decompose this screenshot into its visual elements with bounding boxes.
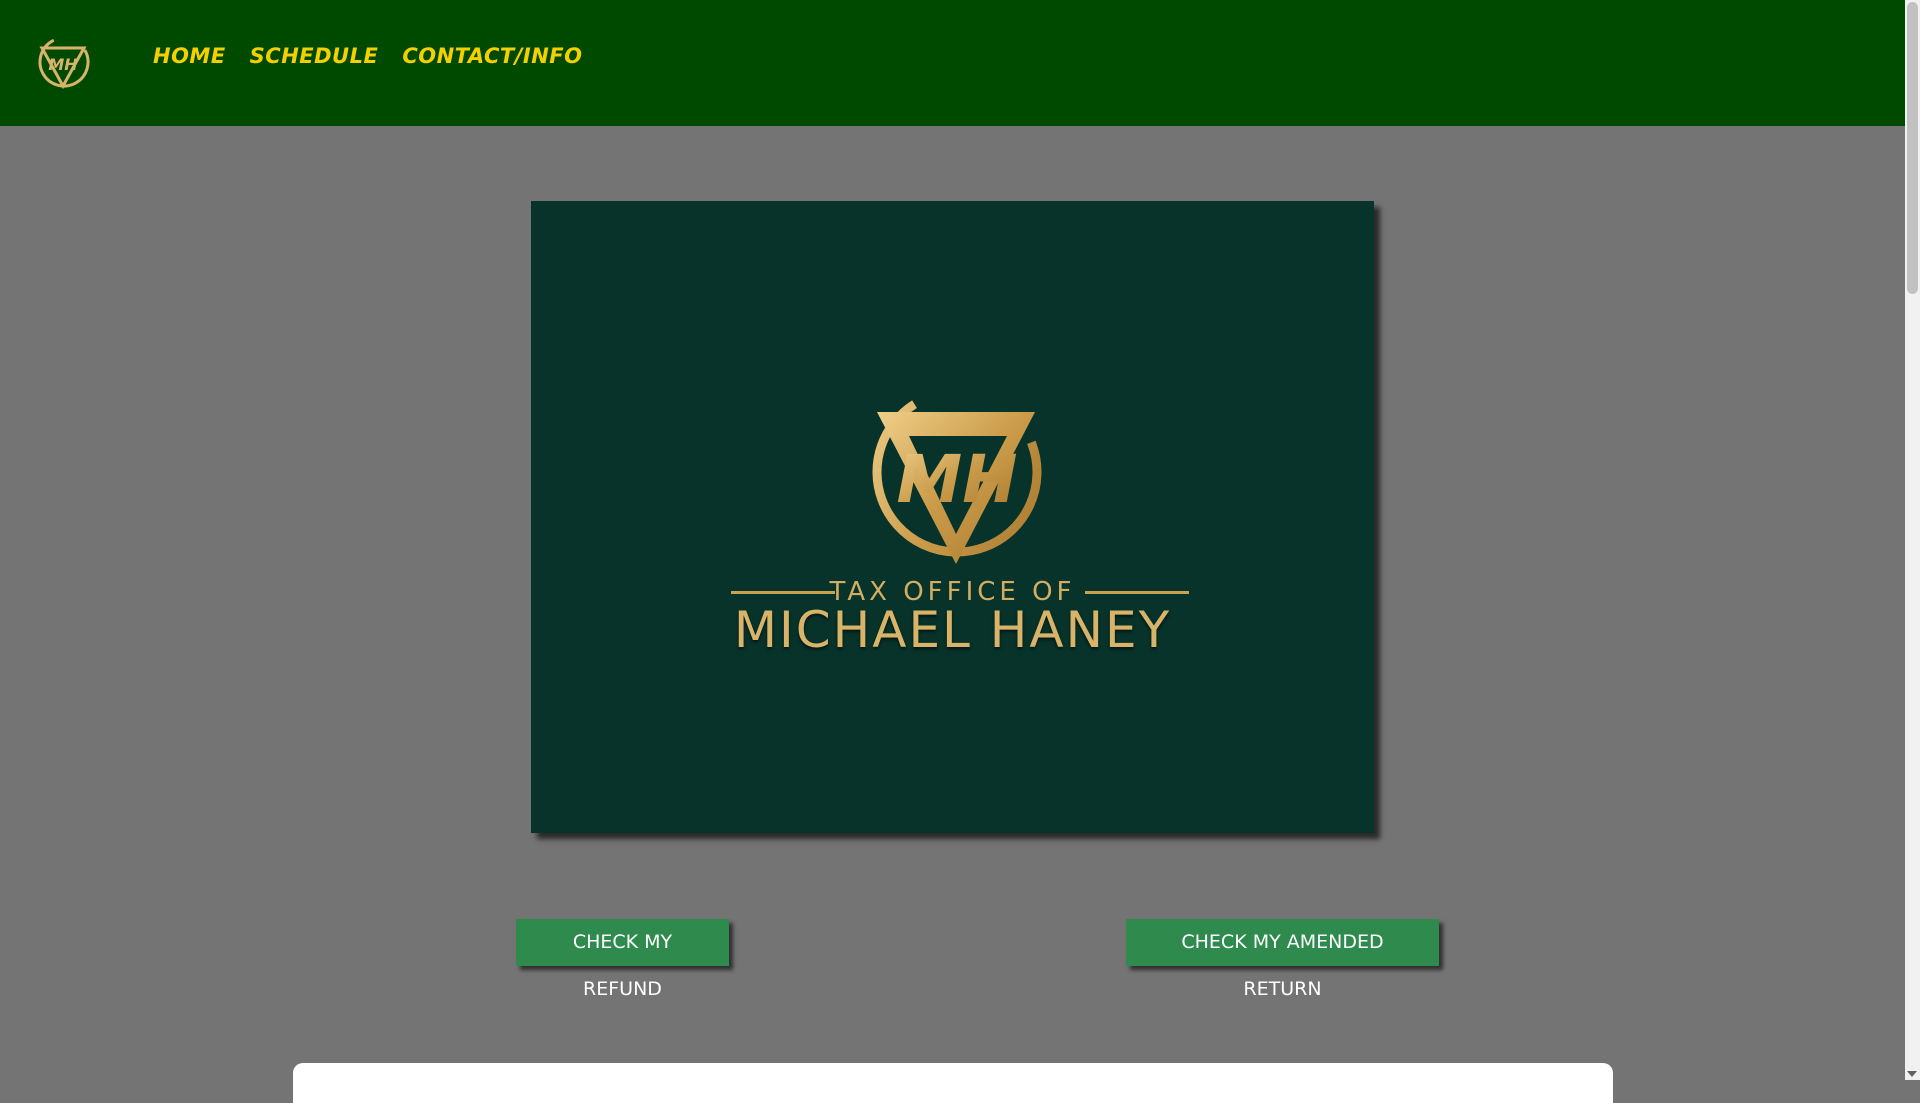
svg-text:MH: MH <box>48 55 78 74</box>
nav-link-contact-info[interactable]: CONTACT/INFO <box>402 44 582 68</box>
check-refund-button[interactable]: CHECK MY REFUND <box>516 919 729 1000</box>
content-panel <box>293 1063 1613 1103</box>
main-nav: HOME SCHEDULE CONTACT/INFO <box>153 44 582 68</box>
scroll-down-arrow-icon[interactable] <box>1907 1071 1917 1077</box>
hero-title: MICHAEL HANEY <box>733 601 1172 659</box>
mh-monogram-icon[interactable]: MH <box>36 34 90 90</box>
check-amended-return-button[interactable]: CHECK MY AMENDED RETURN <box>1126 919 1439 1000</box>
nav-link-home[interactable]: HOME <box>153 44 226 68</box>
scrollbar-thumb[interactable] <box>1907 2 1918 294</box>
nav-link-schedule[interactable]: SCHEDULE <box>250 44 379 68</box>
mh-monogram-triangle-icon: MH <box>872 387 1042 564</box>
vertical-scrollbar[interactable] <box>1905 0 1920 1080</box>
svg-text:MH: MH <box>897 441 1018 518</box>
hero-banner: MH TAX OFFICE OF MICHAEL HANEY <box>531 201 1374 833</box>
top-navbar: MH HOME SCHEDULE CONTACT/INFO <box>0 0 1905 126</box>
